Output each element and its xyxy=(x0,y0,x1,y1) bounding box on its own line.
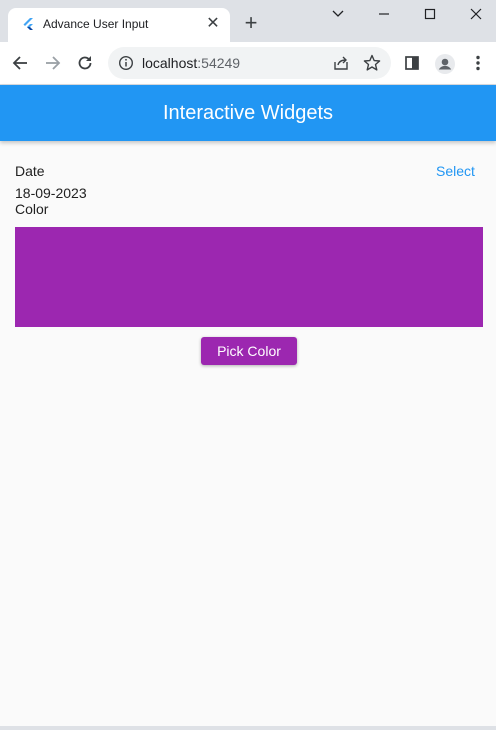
window-bottom-edge xyxy=(0,726,496,730)
profile-avatar-icon[interactable] xyxy=(434,53,455,74)
date-value: 18-09-2023 xyxy=(15,185,87,201)
new-tab-icon[interactable]: + xyxy=(241,12,261,34)
address-bar[interactable]: localhost:54249 xyxy=(108,47,391,79)
color-swatch xyxy=(15,227,483,327)
reload-icon[interactable] xyxy=(75,53,95,73)
app-bar: Interactive Widgets xyxy=(0,85,496,141)
chevron-down-icon[interactable] xyxy=(328,4,348,24)
browser-titlebar: Advance User Input ✕ + xyxy=(0,0,496,42)
browser-tab[interactable]: Advance User Input ✕ xyxy=(8,8,230,42)
window-close-icon[interactable] xyxy=(466,4,486,24)
browser-toolbar: localhost:54249 xyxy=(0,42,496,85)
flutter-icon xyxy=(22,18,36,32)
url-text: localhost:54249 xyxy=(142,55,241,71)
maximize-icon[interactable] xyxy=(420,4,440,24)
info-icon[interactable] xyxy=(118,55,134,71)
page-title: Interactive Widgets xyxy=(162,102,334,124)
minimize-icon[interactable] xyxy=(374,4,394,24)
more-menu-icon[interactable] xyxy=(468,53,488,73)
tab-close-icon[interactable]: ✕ xyxy=(204,15,222,33)
share-icon[interactable] xyxy=(332,54,350,72)
back-arrow-icon[interactable] xyxy=(10,53,30,73)
side-panel-icon[interactable] xyxy=(402,53,422,73)
date-label: Date xyxy=(15,163,45,179)
tab-title: Advance User Input xyxy=(43,17,149,31)
forward-arrow-icon[interactable] xyxy=(43,53,63,73)
select-date-button[interactable]: Select xyxy=(430,160,481,182)
pick-color-button[interactable]: Pick Color xyxy=(201,337,297,365)
bookmark-star-icon[interactable] xyxy=(362,53,382,73)
color-label: Color xyxy=(15,201,49,217)
